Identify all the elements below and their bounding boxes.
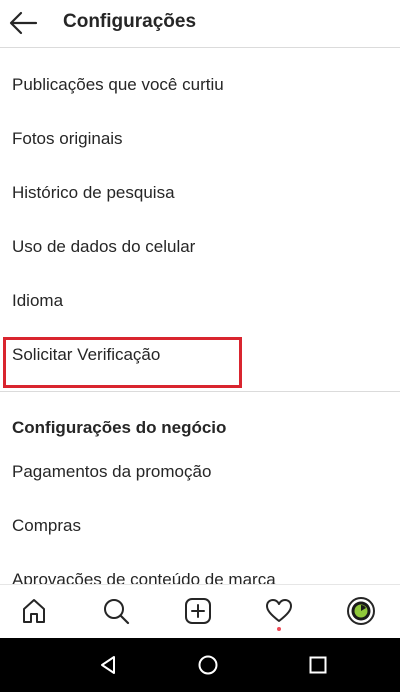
- nav-home-button[interactable]: [4, 585, 64, 639]
- menu-item-search-history[interactable]: Histórico de pesquisa: [0, 167, 400, 221]
- highlight-box: [3, 337, 242, 388]
- menu-item-label: Fotos originais: [12, 129, 123, 148]
- system-back-button[interactable]: [78, 638, 138, 692]
- nav-search-button[interactable]: [86, 585, 146, 639]
- back-button[interactable]: [4, 4, 44, 44]
- home-icon: [23, 599, 45, 623]
- menu-item-original-photos[interactable]: Fotos originais: [0, 113, 400, 167]
- menu-item-label: Histórico de pesquisa: [12, 183, 175, 202]
- menu-item-promotion-payments[interactable]: Pagamentos da promoção: [0, 446, 400, 500]
- section-title-business: Configurações do negócio: [12, 418, 227, 437]
- menu-item-label: Pagamentos da promoção: [12, 462, 212, 481]
- home-circle-icon: [198, 655, 218, 675]
- settings-list: Publicações que você curtiu Fotos origin…: [0, 49, 400, 584]
- system-home-button[interactable]: [178, 638, 238, 692]
- menu-item-label: Compras: [12, 516, 81, 535]
- search-icon: [104, 599, 130, 625]
- page-title: Configurações: [63, 11, 197, 32]
- menu-item-label: Aprovações de conteúdo de marca: [12, 570, 276, 584]
- menu-item-cellular-data-use[interactable]: Uso de dados do celular: [0, 221, 400, 275]
- system-recents-button[interactable]: [288, 638, 348, 692]
- menu-item-shopping[interactable]: Compras: [0, 500, 400, 554]
- bottom-navigation: [0, 584, 400, 638]
- menu-item-label: Publicações que você curtiu: [12, 75, 224, 94]
- recents-square-icon: [309, 656, 327, 674]
- heart-icon: [266, 599, 292, 622]
- menu-item-label: Uso de dados do celular: [12, 237, 196, 256]
- app-header: Configurações: [0, 0, 400, 48]
- menu-item-label: Idioma: [12, 291, 64, 310]
- menu-item-language[interactable]: Idioma: [0, 275, 400, 329]
- menu-item-branded-content-approvals[interactable]: Aprovações de conteúdo de marca: [0, 554, 400, 584]
- nav-activity-button[interactable]: [249, 585, 309, 639]
- nav-new-post-button[interactable]: [168, 585, 228, 639]
- system-navigation-bar: [0, 638, 400, 692]
- notification-dot: [277, 627, 281, 631]
- back-triangle-icon: [101, 656, 115, 674]
- menu-item-liked-posts[interactable]: Publicações que você curtiu: [0, 59, 400, 113]
- section-divider: [0, 391, 400, 392]
- arrow-left-icon: [9, 11, 38, 35]
- nav-profile-button[interactable]: [331, 585, 391, 639]
- profile-avatar-icon: [347, 597, 375, 625]
- add-post-icon: [185, 598, 211, 624]
